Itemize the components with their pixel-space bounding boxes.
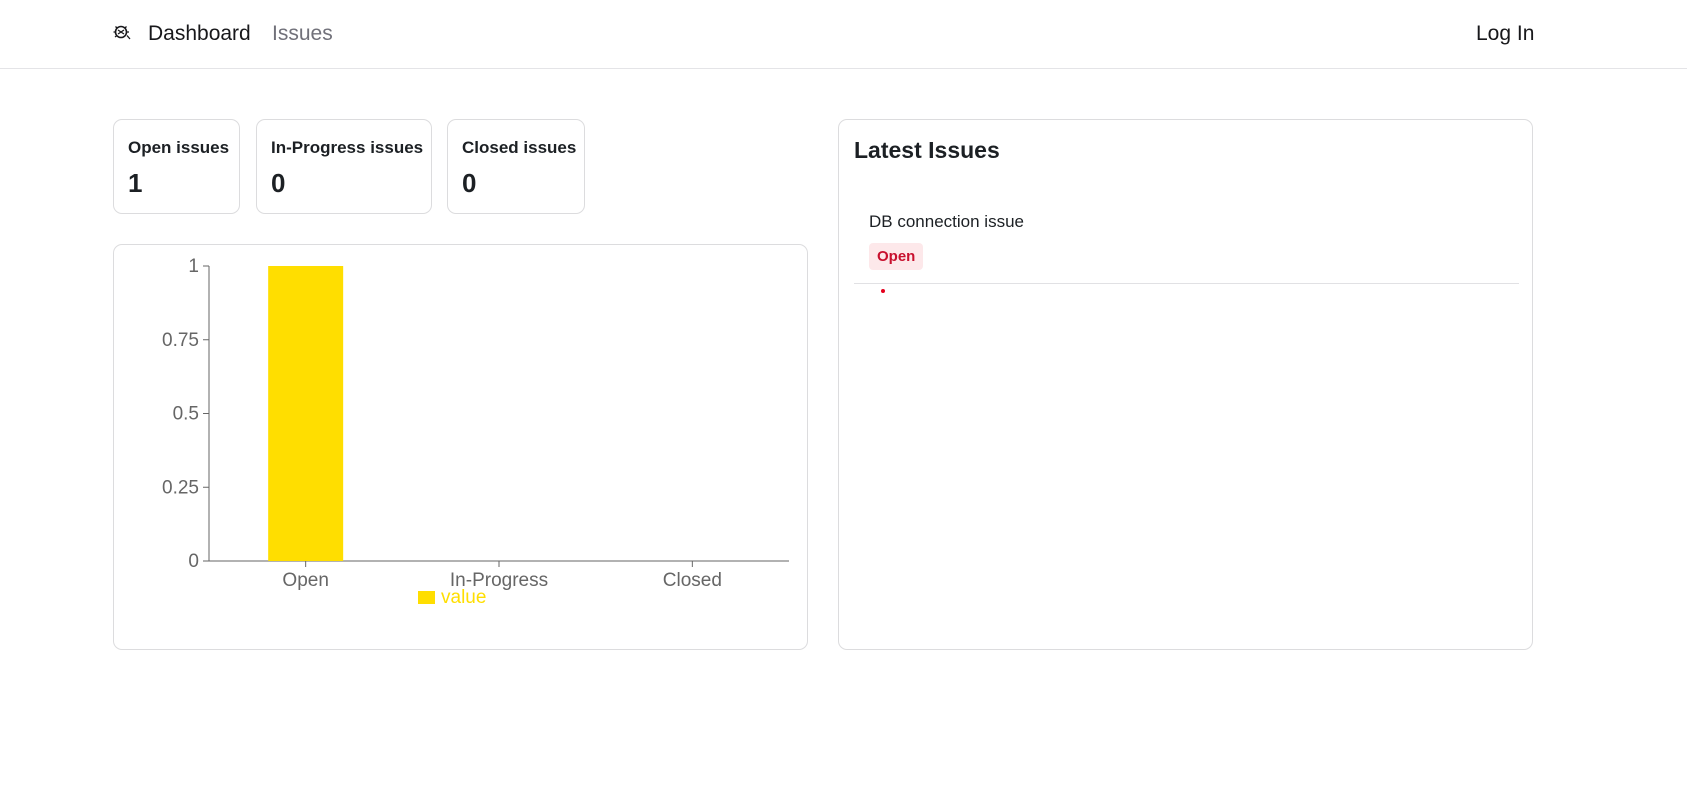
stat-value: 0 bbox=[271, 168, 286, 198]
login-link[interactable]: Log In bbox=[1476, 21, 1534, 47]
stat-label: In-Progress issues bbox=[271, 138, 424, 157]
issue-title-link[interactable]: DB connection issue bbox=[869, 212, 1024, 232]
latest-issues-title: Latest Issues bbox=[854, 137, 1000, 163]
nav-issues-link[interactable]: Issues bbox=[272, 21, 333, 47]
issue-status-chart-card: 0 0.25 0.5 0.75 1 Open In-Progress Closed value bbox=[113, 244, 808, 650]
status-badge: Open bbox=[869, 243, 924, 270]
y-tick-label: 0.25 bbox=[162, 477, 199, 498]
legend-swatch bbox=[418, 591, 435, 604]
y-tick-label: 0.75 bbox=[162, 330, 199, 351]
stat-card-in-progress[interactable]: In-Progress issues 0 bbox=[256, 119, 432, 214]
stat-value: 1 bbox=[128, 168, 143, 198]
stat-card-closed[interactable]: Closed issues 0 bbox=[447, 119, 585, 214]
stat-card-open[interactable]: Open issues 1 bbox=[113, 119, 240, 214]
y-tick-label: 1 bbox=[188, 256, 199, 277]
issue-row: DB connection issue Open bbox=[854, 190, 1519, 284]
bar-open bbox=[268, 266, 344, 561]
latest-issues-card: Latest Issues DB connection issue Open bbox=[838, 119, 1533, 650]
x-tick-label: Closed bbox=[663, 570, 722, 591]
bar-chart: 00.250.50.751Open In-Progress Closedvalue bbox=[162, 256, 789, 608]
navbar: Dashboard Issues Log In bbox=[0, 0, 1687, 69]
legend-label: value bbox=[441, 587, 486, 608]
stat-label: Closed issues bbox=[462, 138, 577, 157]
stat-label: Open issues bbox=[128, 138, 230, 157]
nav-dashboard-link[interactable]: Dashboard bbox=[148, 21, 251, 47]
y-tick-label: 0 bbox=[188, 551, 199, 572]
stat-value: 0 bbox=[462, 168, 477, 198]
y-tick-label: 0.5 bbox=[173, 404, 199, 425]
red-dot bbox=[881, 289, 885, 293]
bug-icon[interactable] bbox=[112, 23, 132, 43]
x-tick-label: Open bbox=[282, 570, 328, 591]
